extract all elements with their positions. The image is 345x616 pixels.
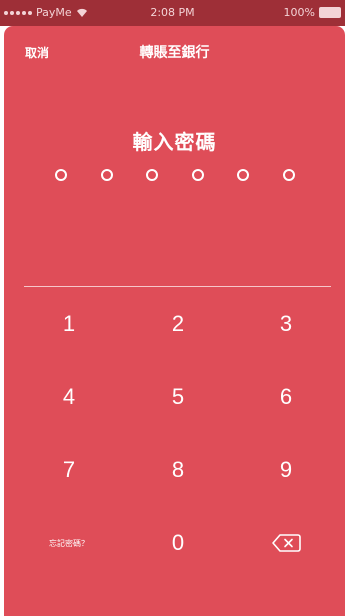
key-2[interactable]: 2	[128, 299, 228, 349]
pin-dot	[237, 169, 249, 181]
status-right: 100%	[284, 6, 341, 19]
divider	[24, 286, 331, 287]
pin-dot	[55, 169, 67, 181]
pin-indicator	[4, 169, 345, 187]
battery-percentage: 100%	[283, 6, 315, 19]
key-9[interactable]: 9	[236, 445, 336, 495]
page-title: 轉賬至銀行	[139, 45, 210, 61]
key-7[interactable]: 7	[19, 445, 119, 495]
key-1[interactable]: 1	[19, 299, 119, 349]
screen: PayMe 2:08 PM 100% 取消 轉賬至銀行 輸入密碼 1 2 3 4…	[0, 0, 345, 616]
status-bar: PayMe 2:08 PM 100%	[0, 0, 345, 26]
forgot-passcode-link[interactable]: 忘記密碼？	[19, 518, 119, 568]
battery-icon	[319, 7, 341, 18]
key-5[interactable]: 5	[128, 372, 228, 422]
key-3[interactable]: 3	[236, 299, 336, 349]
passcode-heading: 輸入密碼	[132, 130, 217, 154]
key-6[interactable]: 6	[236, 372, 336, 422]
pin-dot	[191, 169, 204, 181]
pin-dot	[146, 169, 158, 181]
backspace-icon	[272, 534, 301, 552]
pin-dot	[282, 169, 295, 181]
passcode-sheet: 取消 轉賬至銀行 輸入密碼 1 2 3 4 5 6 7 8 9 忘記密碼？ 0	[4, 26, 345, 616]
pin-dot	[100, 169, 113, 181]
key-8[interactable]: 8	[128, 445, 228, 495]
key-4[interactable]: 4	[19, 372, 119, 422]
key-0[interactable]: 0	[128, 518, 228, 568]
backspace-button[interactable]	[236, 518, 336, 568]
